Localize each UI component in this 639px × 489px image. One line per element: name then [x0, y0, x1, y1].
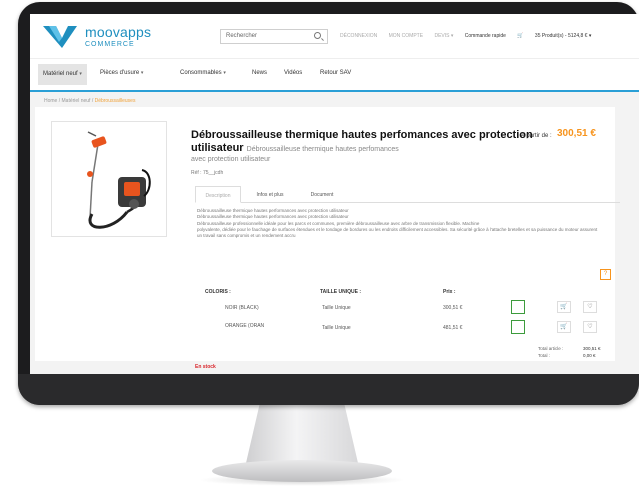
tab-description[interactable]: Description [195, 186, 241, 203]
account-link[interactable]: MON COMPTE [389, 33, 423, 39]
cart-summary-label: 35 Produit(s) - 5124,8 € ▾ [534, 33, 592, 39]
cart-icon: 🛒 [517, 33, 524, 39]
add-to-cart-button[interactable]: 🛒 [557, 321, 571, 333]
heart-icon: ♡ [587, 304, 593, 310]
variant-price: 481,51 € [443, 325, 463, 331]
nav-item-retour-sav[interactable]: Retour SAV [320, 70, 351, 76]
quotes-link[interactable]: DEVIS ▾ [434, 33, 453, 39]
nav-item-label: Retour SAV [320, 70, 352, 76]
column-header-prix: Prix : [443, 289, 456, 295]
top-links: DÉCONNEXION MON COMPTE DEVIS ▾ Commande … [340, 33, 611, 39]
total-article-value: 300,51 € [583, 346, 601, 351]
variant-color: NOIR (BLACK) [225, 305, 259, 311]
logout-link[interactable]: DÉCONNEXION [340, 33, 377, 39]
cart-icon: 🛒 [560, 304, 568, 310]
search-icon[interactable] [314, 32, 321, 39]
search-placeholder: Rechercher [226, 33, 258, 39]
breadcrumb-parent[interactable]: Matériel neuf [62, 98, 91, 104]
nav-item-label: Matériel neuf [43, 71, 78, 77]
help-button[interactable]: ? [600, 269, 611, 280]
breadcrumb-current: Débroussailleuses [94, 98, 136, 104]
brand-name[interactable]: moovapps [85, 24, 151, 40]
main-nav: Matériel neuf ▾ Pièces d'usure ▾ Consomm… [30, 58, 639, 92]
monitor-stand-base [212, 460, 392, 482]
add-to-wishlist-button[interactable]: ♡ [583, 321, 597, 333]
breadcrumb-separator: / [58, 98, 61, 104]
variant-size: Taille Unique [322, 305, 351, 311]
product-price: 300,51 € [557, 128, 596, 139]
site-header: moovapps COMMERCE Rechercher DÉCONNEXION… [30, 14, 639, 58]
tab-document[interactable]: Document [297, 186, 347, 203]
variant-color: ORANGE (ORAN [225, 323, 265, 329]
product-image[interactable] [51, 121, 167, 237]
caret-down-icon: ▾ [140, 70, 144, 76]
total-article-label: Total article : [538, 346, 564, 351]
price-label: A partir de : [521, 133, 552, 139]
monitor-chin [18, 374, 639, 405]
brush-cutter-illustration [87, 131, 151, 229]
nav-item-news[interactable]: News [252, 70, 267, 76]
product-card: Débroussailleuse thermique hautes perfom… [35, 107, 620, 370]
breadcrumb: Home / Matériel neuf / Débroussailleuses [44, 98, 135, 104]
nav-item-label: Consommables [180, 70, 222, 76]
quantity-input[interactable] [511, 320, 525, 334]
nav-item-label: Vidéos [284, 70, 303, 76]
product-ref: Réf : 75__jcdh [191, 170, 224, 176]
brand-sub: COMMERCE [85, 41, 135, 48]
add-to-cart-button[interactable]: 🛒 [557, 301, 571, 313]
column-header-coloris: COLORIS : [205, 289, 231, 295]
search-input[interactable]: Rechercher [220, 29, 328, 44]
cart-icon: 🛒 [560, 324, 568, 330]
variant-size: Taille Unique [322, 325, 351, 331]
nav-item-consommables[interactable]: Consommables ▾ [180, 70, 226, 76]
product-title-sub: Débroussailleuse thermique hautes perfom… [246, 146, 399, 153]
browser-screen: moovapps COMMERCE Rechercher DÉCONNEXION… [30, 14, 639, 374]
product-tabs: Description Infos et plus Document [195, 186, 620, 203]
product-title: Débroussailleuse thermique hautes perfom… [191, 129, 536, 156]
tab-infos[interactable]: Infos et plus [245, 186, 295, 203]
nav-item-materiel-neuf[interactable]: Matériel neuf ▾ [38, 64, 87, 85]
monitor-stand-neck [246, 405, 358, 463]
scene: moovapps COMMERCE Rechercher DÉCONNEXION… [0, 0, 639, 489]
cart-summary[interactable]: 🛒 35 Produit(s) - 5124,8 € ▾ [517, 33, 601, 39]
product-description: Débroussailleuse thermique hautes perfor… [197, 208, 617, 239]
total-label: Total : [538, 353, 551, 358]
total-value: 0,00 € [583, 353, 596, 358]
nav-item-label: News [252, 70, 268, 76]
column-header-taille: TAILLE UNIQUE : [320, 289, 362, 295]
product-title-sub2: avec protection utilisateur [191, 156, 271, 163]
breadcrumb-home[interactable]: Home [44, 98, 57, 104]
quantity-input[interactable] [511, 300, 525, 314]
add-to-wishlist-button[interactable]: ♡ [583, 301, 597, 313]
heart-icon: ♡ [587, 324, 593, 330]
nav-item-label: Pièces d'usure [100, 70, 140, 76]
caret-down-icon: ▾ [223, 70, 226, 76]
stock-status: En stock [195, 364, 216, 370]
moovapps-logo-icon[interactable] [40, 22, 80, 50]
nav-item-pieces-usure[interactable]: Pièces d'usure ▾ [100, 70, 143, 76]
quick-order-link[interactable]: Commande rapide [465, 33, 506, 39]
caret-down-icon: ▾ [79, 71, 82, 77]
variant-price: 300,51 € [443, 305, 463, 311]
breadcrumb-separator: / [91, 98, 94, 104]
description-line: un travail sans compromis et un rendemen… [197, 233, 296, 239]
nav-item-videos[interactable]: Vidéos [284, 70, 302, 76]
